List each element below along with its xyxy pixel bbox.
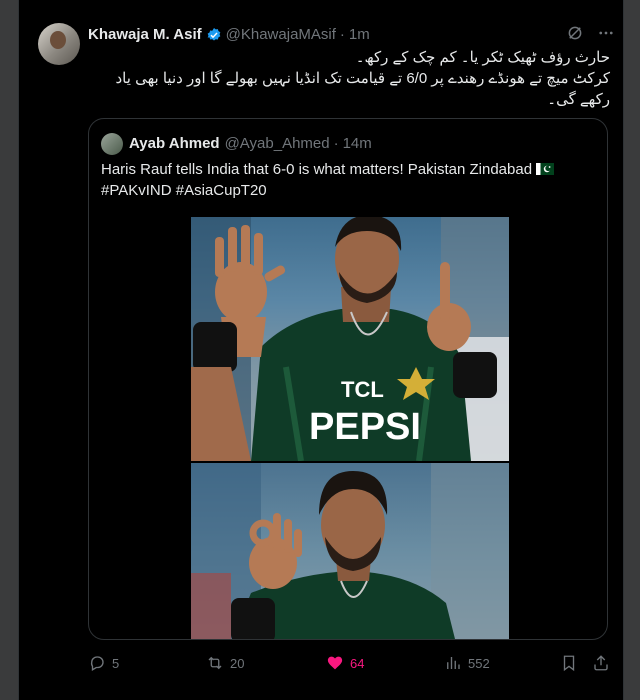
jersey-sponsor-tcl: TCL: [341, 377, 384, 402]
grok-icon[interactable]: [566, 24, 584, 42]
reply-count: 5: [112, 655, 120, 671]
quoted-author-avatar[interactable]: [101, 133, 123, 155]
player-photo-top[interactable]: TCL PEPSI: [191, 217, 509, 461]
reply-button[interactable]: 5: [88, 652, 119, 674]
tweet-timestamp[interactable]: 1m: [349, 26, 370, 43]
views-icon: [447, 657, 460, 669]
quoted-text: Haris Rauf tells India that 6-0 is what …: [101, 159, 597, 201]
bookmark-icon: [563, 655, 575, 672]
verified-badge-icon: [206, 27, 222, 43]
quoted-text-line: Haris Rauf tells India that 6-0 is what …: [101, 161, 533, 178]
player-photo-bottom[interactable]: [191, 463, 509, 639]
tweet-header: Khawaja M. Asif @KhawajaMAsif · 1m: [88, 26, 370, 43]
pakistan-flag-icon: [536, 160, 555, 175]
like-count: 64: [350, 655, 365, 671]
author-name[interactable]: Khawaja M. Asif: [88, 26, 202, 43]
more-icon[interactable]: [596, 24, 616, 42]
quoted-tweet[interactable]: Ayab Ahmed @Ayab_Ahmed · 14m Haris Rauf …: [88, 118, 608, 640]
bookmark-button[interactable]: [560, 652, 584, 674]
like-button[interactable]: 64: [326, 652, 364, 674]
author-handle[interactable]: @KhawajaMAsif: [226, 26, 336, 43]
tweet-text-line: کرکٹ میچ تے ھونڈے رھندے پر 6/0 تے قیامت …: [115, 70, 611, 87]
repost-count: 20: [230, 655, 245, 671]
action-bar: 5 20 64 552: [88, 652, 610, 674]
quoted-author-handle[interactable]: @Ayab_Ahmed: [225, 135, 330, 152]
views-button[interactable]: 552: [444, 652, 490, 674]
quoted-timestamp[interactable]: 14m: [343, 135, 372, 152]
author-avatar[interactable]: [38, 23, 80, 65]
jersey-sponsor-pepsi: PEPSI: [309, 406, 421, 448]
views-count: 552: [468, 655, 490, 671]
share-button[interactable]: [592, 652, 616, 674]
tweet-text: حارث رؤف ٹھیک ٹکر یا۔ کم چک کے رکھ۔ کرکٹ…: [88, 47, 611, 110]
tweet-text-line: رکھے گی۔: [547, 91, 610, 108]
share-icon: [594, 655, 608, 671]
like-icon: [327, 656, 343, 670]
quoted-hashtags[interactable]: #PAKvIND #AsiaCupT20: [101, 180, 597, 201]
reply-icon: [90, 656, 104, 671]
separator-dot: ·: [339, 26, 345, 43]
repost-button[interactable]: 20: [206, 652, 244, 674]
quoted-author-name[interactable]: Ayab Ahmed: [129, 135, 220, 152]
repost-icon: [208, 656, 222, 670]
quoted-header: Ayab Ahmed @Ayab_Ahmed · 14m: [129, 135, 372, 152]
tweet-text-line: حارث رؤف ٹھیک ٹکر یا۔ کم چک کے رکھ۔: [355, 49, 610, 66]
separator-dot: ·: [333, 135, 339, 152]
